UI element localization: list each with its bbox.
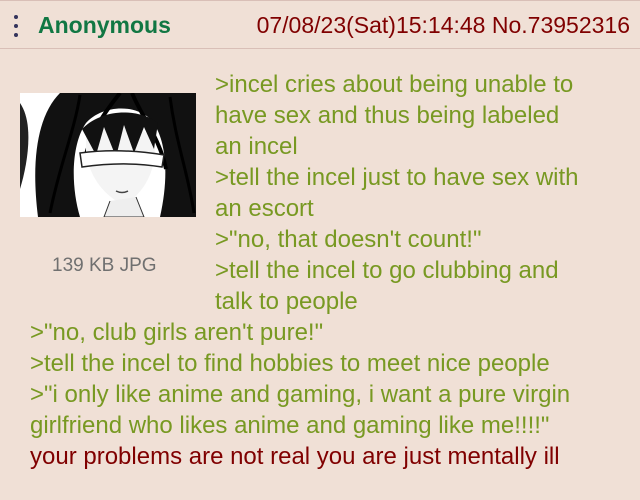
anime-girl-blindfold-image	[20, 93, 196, 217]
post-container: Anonymous 07/08/23(Sat)15:14:48 No.73952…	[0, 0, 640, 500]
greentext-line: have sex and thus being labeled	[215, 102, 560, 129]
more-options-icon[interactable]	[12, 15, 20, 39]
greentext-line: >"no, that doesn't count!"	[215, 226, 482, 253]
greentext-line: an escort	[215, 195, 314, 222]
greentext-line: an incel	[215, 133, 298, 160]
greentext-line: >tell the incel to find hobbies to meet …	[30, 350, 550, 377]
reply-line: your problems are not real you are just …	[30, 443, 560, 470]
file-info: 139 KB JPG	[52, 255, 157, 276]
greentext-line: talk to people	[215, 288, 358, 315]
post-header: Anonymous 07/08/23(Sat)15:14:48 No.73952…	[0, 1, 640, 49]
greentext-line: >tell the incel just to have sex with	[215, 164, 579, 191]
post-date-and-number[interactable]: 07/08/23(Sat)15:14:48 No.73952316	[257, 12, 630, 39]
greentext-line: >"i only like anime and gaming, i want a…	[30, 381, 571, 408]
greentext-line: >incel cries about being unable to	[215, 71, 574, 98]
greentext-line: >"no, club girls aren't pure!"	[30, 319, 324, 346]
poster-name: Anonymous	[38, 12, 171, 38]
thumbnail-image[interactable]	[20, 93, 196, 217]
greentext-line: girlfriend who likes anime and gaming li…	[30, 412, 550, 439]
greentext-line: >tell the incel to go clubbing and	[215, 257, 559, 284]
